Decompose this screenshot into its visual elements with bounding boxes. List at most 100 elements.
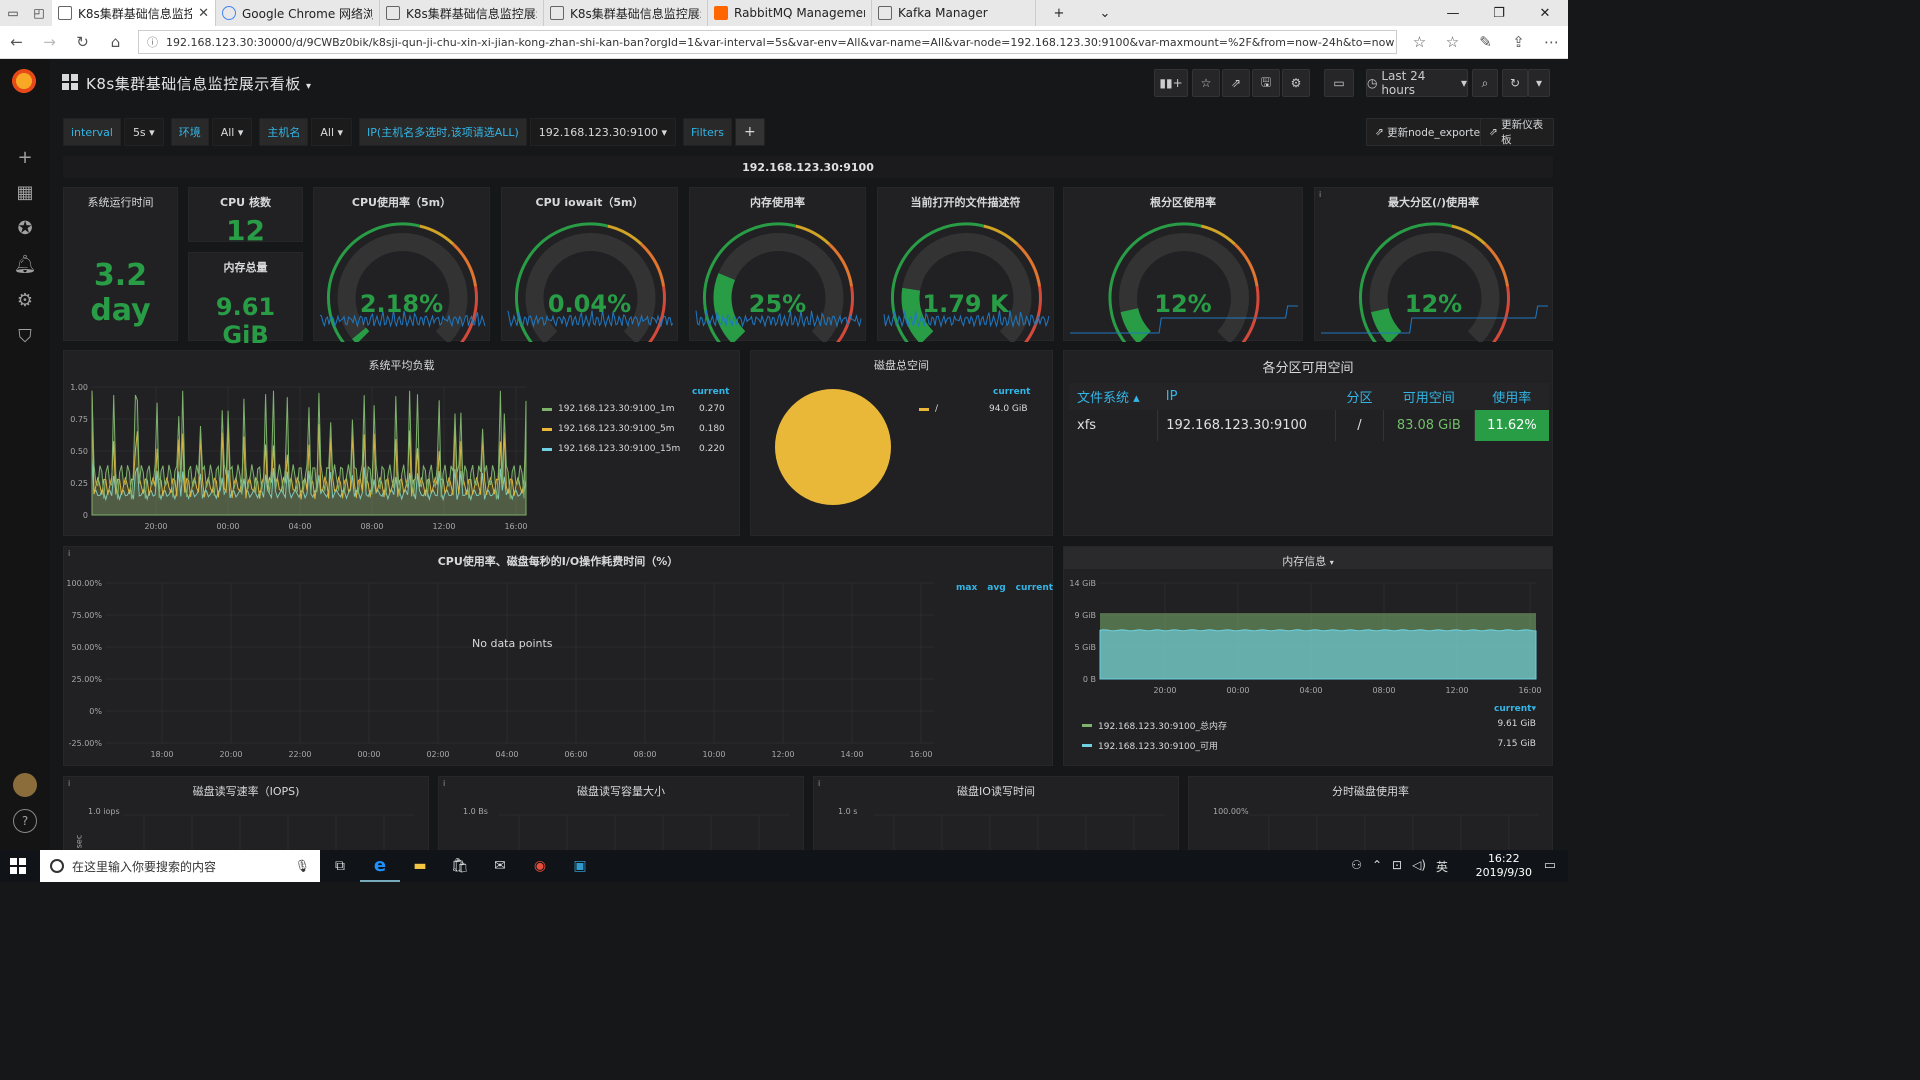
gauge-chart[interactable] — [502, 188, 679, 342]
app-window-icon[interactable]: ▣ — [560, 850, 600, 882]
col-ip-header[interactable]: IP — [1157, 383, 1336, 410]
dashboards-grid-icon[interactable]: ▦ — [13, 180, 37, 204]
add-panel-button[interactable]: ▮▮+ — [1154, 69, 1188, 97]
grafana-logo-icon[interactable] — [10, 67, 38, 95]
gauge-chart[interactable] — [314, 188, 491, 342]
bottom-chart[interactable] — [439, 777, 805, 857]
legend-current-header[interactable]: current — [692, 387, 729, 397]
col-free-header[interactable]: 可用空间 — [1383, 383, 1475, 410]
settings-gear-button[interactable]: ⚙ — [1282, 69, 1310, 97]
col-mount-header[interactable]: 分区 — [1335, 383, 1384, 410]
taskbar-search-input[interactable]: 在这里输入你要搜索的内容 🎙︎ — [40, 850, 320, 882]
favorites-list-icon[interactable]: ☆ — [1436, 33, 1469, 51]
zoom-out-button[interactable]: ⌕ — [1472, 69, 1498, 97]
bottom-chart[interactable] — [64, 777, 430, 857]
cpu-io-chart[interactable]: 100.00% 75.00% 50.00% 25.00% 0% -25.00% 18:00 2… — [64, 569, 944, 769]
refresh-icon[interactable]: ↻ — [66, 33, 99, 51]
tab-list-chevron-icon[interactable]: ⌄ — [1082, 0, 1128, 26]
pie-legend-item[interactable]: / — [919, 404, 938, 414]
store-icon[interactable]: 🛍︎ — [440, 850, 480, 882]
restore-button[interactable]: ❐ — [1476, 0, 1522, 26]
row-title[interactable]: 192.168.123.30:9100 — [63, 156, 1553, 178]
gauge-chart[interactable] — [878, 188, 1055, 342]
load-chart[interactable]: 1.00 0.75 0.50 0.25 0 20:00 00:00 04:00 08:00 12:… — [64, 379, 534, 539]
dashboard-title[interactable]: K8s集群基础信息监控展示看板 ▾ — [86, 73, 312, 94]
save-button[interactable]: 🖫︎ — [1252, 69, 1280, 97]
file-explorer-icon[interactable]: ▬ — [400, 850, 440, 882]
memory-chart[interactable]: 14 GiB 9 GiB 5 GiB 0 B 20:00 00:00 04:00 08:00 1… — [1064, 573, 1544, 703]
browser-tab-1[interactable]: K8s集群基础信息监控展 ✕ — [52, 0, 216, 26]
browser-tab-6[interactable]: Kafka Manager — [872, 0, 1036, 26]
legend-current-header[interactable]: current — [1016, 583, 1053, 593]
notification-icon[interactable]: ▭ — [1544, 858, 1556, 873]
col-usage-header[interactable]: 使用率 — [1474, 383, 1549, 410]
var-select-name[interactable]: All ▾ — [311, 118, 353, 146]
browser-tab-3[interactable]: K8s集群基础信息监控展示看 — [380, 0, 544, 26]
gauge-chart[interactable] — [1315, 188, 1554, 342]
forward-arrow-icon[interactable]: → — [33, 33, 66, 51]
tab-aside-icon[interactable]: ◰ — [26, 0, 52, 26]
browser-tab-5[interactable]: RabbitMQ Management — [708, 0, 872, 26]
time-picker-button[interactable]: ◷ Last 24 hours ▾ — [1366, 69, 1468, 97]
panel-title[interactable]: 内存信息 ▾ — [1064, 553, 1552, 569]
add-filter-button[interactable]: + — [735, 118, 765, 146]
bottom-chart[interactable] — [1189, 777, 1555, 857]
configuration-gear-icon[interactable]: ⚙ — [13, 288, 37, 312]
legend-item[interactable]: 192.168.123.30:9100_总内存 — [1082, 719, 1227, 732]
close-tab-icon[interactable]: ✕ — [198, 6, 209, 21]
edge-browser-icon[interactable]: e — [360, 850, 400, 882]
more-menu-icon[interactable]: ⋯ — [1535, 33, 1568, 51]
server-admin-shield-icon[interactable]: ⛉ — [13, 324, 37, 348]
col-filesystem-header[interactable]: 文件系统 ▴ — [1069, 383, 1158, 410]
bottom-chart[interactable] — [814, 777, 1180, 857]
help-icon[interactable]: ? — [13, 809, 37, 833]
task-view-icon[interactable]: ⧉ — [320, 850, 360, 882]
back-arrow-icon[interactable]: ← — [0, 33, 33, 51]
tv-mode-button[interactable]: ▭ — [1324, 69, 1354, 97]
var-select-env[interactable]: All ▾ — [211, 118, 253, 146]
pie-slice-root[interactable] — [775, 389, 891, 505]
link-node-exporter[interactable]: ⇗ 更新node_exporter — [1366, 118, 1494, 146]
share-icon[interactable]: ⇪ — [1502, 33, 1535, 51]
legend-current-header[interactable]: current▾ — [1494, 704, 1536, 714]
user-avatar[interactable] — [13, 773, 37, 797]
address-input[interactable]: ⓘ 192.168.123.30:30000/d/9CWBz0bik/k8sji-… — [138, 30, 1397, 54]
favorite-star-icon[interactable]: ☆ — [1403, 33, 1436, 51]
close-window-button[interactable]: ✕ — [1522, 0, 1568, 26]
legend-item[interactable]: 192.168.123.30:9100_5m — [542, 424, 675, 434]
link-update-dashboard[interactable]: ⇗ 更新仪表板 — [1480, 118, 1554, 146]
microphone-icon[interactable]: 🎙︎ — [295, 859, 310, 873]
window-menu-icon[interactable]: ▭ — [0, 0, 26, 26]
var-select-interval[interactable]: 5s ▾ — [123, 118, 164, 146]
minimize-button[interactable]: — — [1430, 0, 1476, 26]
ime-indicator[interactable]: 英 — [1436, 858, 1448, 875]
windows-start-icon[interactable] — [10, 858, 26, 874]
chrome-icon[interactable]: ◉ — [520, 850, 560, 882]
home-icon[interactable]: ⌂ — [99, 33, 132, 51]
refresh-interval-dropdown[interactable]: ▾ — [1528, 69, 1550, 97]
legend-item[interactable]: 192.168.123.30:9100_15m — [542, 444, 680, 454]
mail-icon[interactable]: ✉ — [480, 850, 520, 882]
legend-item[interactable]: 192.168.123.30:9100_可用 — [1082, 739, 1218, 752]
people-icon[interactable]: ⚇ — [1351, 858, 1362, 875]
pen-icon[interactable]: ✎ — [1469, 33, 1502, 51]
refresh-button[interactable]: ↻ — [1502, 69, 1528, 97]
legend-item[interactable]: 192.168.123.30:9100_1m — [542, 404, 675, 414]
var-select-node[interactable]: 192.168.123.30:9100 ▾ — [529, 118, 677, 146]
share-button[interactable]: ⇗ — [1222, 69, 1250, 97]
star-button[interactable]: ☆ — [1192, 69, 1220, 97]
legend-avg-header[interactable]: avg — [987, 583, 1005, 593]
tray-up-chevron-icon[interactable]: ⌃ — [1372, 858, 1382, 875]
network-icon[interactable]: ⊡ — [1392, 858, 1402, 875]
create-plus-icon[interactable]: + — [13, 145, 37, 169]
browser-tab-4[interactable]: K8s集群基础信息监控展示看 — [544, 0, 708, 26]
alerting-bell-icon[interactable]: 🔔︎ — [13, 252, 37, 276]
explore-compass-icon[interactable]: ✪ — [13, 216, 37, 240]
disk-pie-chart[interactable] — [765, 381, 905, 521]
gauge-chart[interactable] — [690, 188, 867, 342]
new-tab-button[interactable]: + — [1036, 0, 1082, 26]
gauge-chart[interactable] — [1064, 188, 1304, 342]
browser-tab-2[interactable]: Google Chrome 网络浏览器 — [216, 0, 380, 26]
volume-icon[interactable]: ◁) — [1412, 858, 1426, 875]
legend-max-header[interactable]: max — [956, 583, 977, 593]
